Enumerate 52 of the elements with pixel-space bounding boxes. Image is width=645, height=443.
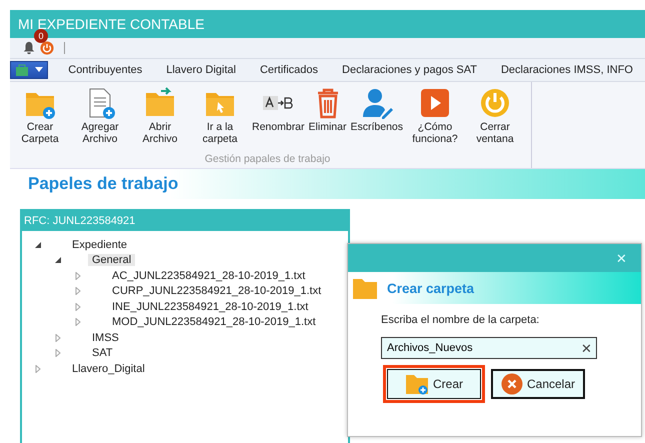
expanded-arrow-icon[interactable] [54,256,62,264]
folder-icon [353,277,377,299]
page-title: Papeles de trabajo [28,174,178,194]
caret-icon [35,67,44,73]
expanded-arrow-icon[interactable] [34,240,42,249]
dialog-title: Crear carpeta [387,280,474,296]
ribbon-button[interactable]: Ir a la carpeta [190,86,250,146]
name-field[interactable]: Archivos_Nuevos ✕ [381,337,597,359]
tree-item[interactable]: INE_JUNL223584921_28-10-2019_1.txt [108,300,312,313]
collapsed-arrow-icon[interactable] [34,364,42,373]
tree-item[interactable]: CURP_JUNL223584921_28-10-2019_1.txt [108,285,326,298]
menu-tab[interactable]: Declaraciones y pagos SAT [330,60,489,80]
tree-item[interactable]: Expediente [68,238,132,251]
ribbon-button[interactable]: Abrir Archivo [130,86,190,146]
group-label: Gestión papales de trabajo [204,153,330,167]
ribbon-button[interactable]: ¿Cómo funciona? [405,86,465,146]
clear-button[interactable]: ✕ [577,340,596,356]
bag-icon [15,63,30,77]
ribbon-button[interactable]: Renombrar [250,86,307,134]
collapsed-arrow-icon[interactable] [74,272,82,280]
collapsed-arrow-icon[interactable] [74,302,82,311]
menu-tab[interactable]: Llavero Digital [154,60,248,80]
collapsed-arrow-icon[interactable] [74,287,82,296]
tree-item[interactable]: MOD_JUNL223584921_28-10-2019_1.txt [108,316,320,328]
notification-badge: 0 [34,29,48,43]
power-icon [478,86,512,120]
bell-icon[interactable] [22,41,36,55]
power-icon[interactable] [40,41,54,55]
tree-item[interactable]: SAT [88,347,117,360]
menu-tab[interactable]: Certificados [248,60,330,80]
prompt-text: Escriba el nombre de la carpeta: [381,314,540,326]
ribbon-button[interactable]: Eliminar [306,86,348,134]
folder-plus-icon [404,373,429,395]
cancel-icon [500,373,523,395]
tree-item[interactable]: AC_JUNL223584921_28-10-2019_1.txt [108,270,310,282]
ribbon-button[interactable]: Escríbenos [348,86,405,134]
collapsed-arrow-icon[interactable] [54,334,62,342]
panel-title: RFC: JUNL223584921 [24,215,136,227]
menu-tab[interactable]: Contribuyentes [56,60,154,80]
tree-item[interactable]: IMSS [88,332,123,344]
window-title: MI EXPEDIENTE CONTABLE [18,16,204,32]
menu-tab[interactable]: Declaraciones IMSS, INFO [488,60,645,80]
collapsed-arrow-icon[interactable] [54,349,62,358]
tree-item[interactable]: General [88,254,136,266]
cancel-button[interactable]: Cancelar [491,369,585,399]
ribbon-button[interactable]: Cerrar ventana [465,86,525,146]
app-menu-button[interactable] [10,61,48,79]
collapsed-arrow-icon[interactable] [74,318,82,326]
ribbon-button[interactable]: Crear Carpeta [10,86,70,146]
play-icon [418,86,452,120]
ribbon-button[interactable]: Agregar Archivo [70,86,130,146]
tree-item[interactable]: Llavero_Digital [68,362,149,375]
